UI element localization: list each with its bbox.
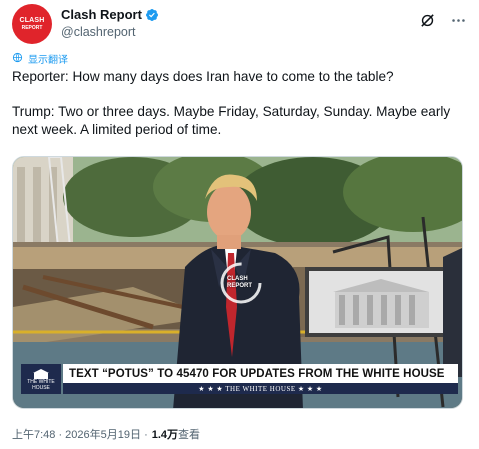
- chyron-main: TEXT “POTUS” TO 45470 FOR UPDATES FROM T…: [63, 364, 458, 383]
- verified-badge-icon[interactable]: [145, 8, 159, 22]
- more-options-icon[interactable]: [450, 12, 467, 29]
- tweet-meta: 上午7:48 · 2026年5月19日 · 1.4万 查看: [12, 426, 200, 442]
- author-display-name[interactable]: Clash Report: [61, 7, 142, 22]
- show-translation-link[interactable]: 显示翻译: [12, 51, 68, 66]
- grok-icon[interactable]: [419, 12, 436, 29]
- views-label: 查看: [178, 429, 201, 441]
- tweet-text-line2: Trump: Two or three days. Maybe Friday, …: [12, 104, 454, 137]
- tweet-header: CLASH REPORT Clash Report @clashreport: [12, 4, 467, 44]
- white-house-logo: THE WHITE HOUSE: [21, 364, 61, 394]
- chyron-sub: ★ ★ ★ THE WHITE HOUSE ★ ★ ★: [63, 383, 458, 394]
- author-handle[interactable]: @clashreport: [61, 25, 136, 39]
- tweet-timestamp[interactable]: 上午7:48 · 2026年5月19日 ·: [12, 426, 148, 442]
- watermark-text: CLASH REPORT: [227, 276, 252, 290]
- tweet-text: Reporter: How many days does Iran have t…: [12, 68, 467, 139]
- white-house-logo-text: THE WHITE HOUSE: [27, 379, 55, 391]
- video-media[interactable]: CLASH REPORT THE WHITE HOUSE TEXT “POTUS…: [12, 156, 463, 409]
- translate-label: 显示翻译: [28, 55, 68, 66]
- tweet-text-line1: Reporter: How many days does Iran have t…: [12, 69, 394, 84]
- avatar[interactable]: CLASH REPORT: [12, 4, 52, 44]
- white-house-icon: [33, 369, 49, 379]
- header-actions: [419, 12, 467, 29]
- watermark-line1: CLASH: [227, 276, 248, 282]
- avatar-text-line1: CLASH: [19, 17, 45, 24]
- views-count: 1.4万: [151, 429, 179, 441]
- watermark-line2: REPORT: [227, 283, 253, 289]
- translate-icon: [12, 52, 23, 66]
- name-row: Clash Report: [61, 7, 159, 22]
- avatar-text-line2: REPORT: [21, 25, 43, 31]
